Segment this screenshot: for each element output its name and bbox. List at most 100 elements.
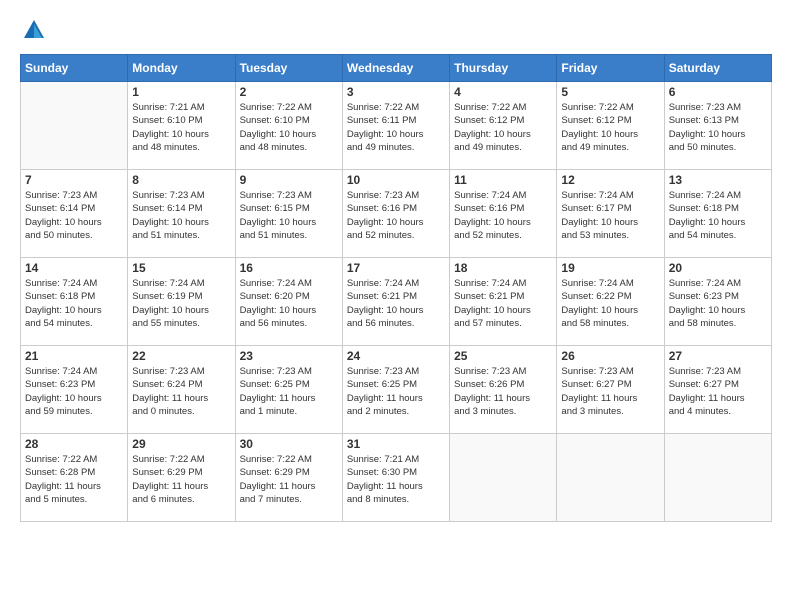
week-row-0: 1 Sunrise: 7:21 AMSunset: 6:10 PMDaylight… (21, 82, 772, 170)
day-cell: 20 Sunrise: 7:24 AMSunset: 6:23 PMDayligh… (664, 258, 771, 346)
day-number: 8 (132, 173, 230, 187)
day-info: Sunrise: 7:24 AMSunset: 6:19 PMDaylight:… (132, 277, 230, 330)
day-number: 28 (25, 437, 123, 451)
day-info: Sunrise: 7:23 AMSunset: 6:16 PMDaylight:… (347, 189, 445, 242)
day-number: 29 (132, 437, 230, 451)
day-info: Sunrise: 7:22 AMSunset: 6:29 PMDaylight:… (240, 453, 338, 506)
day-info: Sunrise: 7:23 AMSunset: 6:24 PMDaylight:… (132, 365, 230, 418)
day-number: 9 (240, 173, 338, 187)
day-info: Sunrise: 7:22 AMSunset: 6:29 PMDaylight:… (132, 453, 230, 506)
calendar-body: 1 Sunrise: 7:21 AMSunset: 6:10 PMDaylight… (21, 82, 772, 522)
day-info: Sunrise: 7:24 AMSunset: 6:17 PMDaylight:… (561, 189, 659, 242)
day-info: Sunrise: 7:24 AMSunset: 6:16 PMDaylight:… (454, 189, 552, 242)
day-number: 24 (347, 349, 445, 363)
day-cell: 10 Sunrise: 7:23 AMSunset: 6:16 PMDayligh… (342, 170, 449, 258)
day-info: Sunrise: 7:23 AMSunset: 6:25 PMDaylight:… (240, 365, 338, 418)
week-row-4: 28 Sunrise: 7:22 AMSunset: 6:28 PMDayligh… (21, 434, 772, 522)
week-row-2: 14Sunrise: 7:24 AMSunset: 6:18 PMDayligh… (21, 258, 772, 346)
day-info: Sunrise: 7:24 AMSunset: 6:23 PMDaylight:… (25, 365, 123, 418)
day-info: Sunrise: 7:24 AMSunset: 6:20 PMDaylight:… (240, 277, 338, 330)
day-cell: 7 Sunrise: 7:23 AMSunset: 6:14 PMDaylight… (21, 170, 128, 258)
day-cell: 24Sunrise: 7:23 AMSunset: 6:25 PMDayligh… (342, 346, 449, 434)
day-number: 31 (347, 437, 445, 451)
day-cell: 16 Sunrise: 7:24 AMSunset: 6:20 PMDayligh… (235, 258, 342, 346)
day-number: 11 (454, 173, 552, 187)
day-cell: 11 Sunrise: 7:24 AMSunset: 6:16 PMDayligh… (450, 170, 557, 258)
day-cell: 25 Sunrise: 7:23 AMSunset: 6:26 PMDayligh… (450, 346, 557, 434)
day-number: 27 (669, 349, 767, 363)
day-info: Sunrise: 7:23 AMSunset: 6:27 PMDaylight:… (561, 365, 659, 418)
day-number: 19 (561, 261, 659, 275)
day-cell: 8 Sunrise: 7:23 AMSunset: 6:14 PMDaylight… (128, 170, 235, 258)
day-info: Sunrise: 7:24 AMSunset: 6:22 PMDaylight:… (561, 277, 659, 330)
day-cell: 12 Sunrise: 7:24 AMSunset: 6:17 PMDayligh… (557, 170, 664, 258)
day-info: Sunrise: 7:24 AMSunset: 6:21 PMDaylight:… (347, 277, 445, 330)
header-cell-friday: Friday (557, 55, 664, 82)
day-number: 17 (347, 261, 445, 275)
day-cell: 28 Sunrise: 7:22 AMSunset: 6:28 PMDayligh… (21, 434, 128, 522)
day-number: 26 (561, 349, 659, 363)
week-row-1: 7 Sunrise: 7:23 AMSunset: 6:14 PMDaylight… (21, 170, 772, 258)
header-row: SundayMondayTuesdayWednesdayThursdayFrid… (21, 55, 772, 82)
day-info: Sunrise: 7:24 AMSunset: 6:18 PMDaylight:… (25, 277, 123, 330)
day-number: 1 (132, 85, 230, 99)
calendar-table: SundayMondayTuesdayWednesdayThursdayFrid… (20, 54, 772, 522)
day-info: Sunrise: 7:23 AMSunset: 6:27 PMDaylight:… (669, 365, 767, 418)
day-number: 30 (240, 437, 338, 451)
day-number: 7 (25, 173, 123, 187)
day-cell: 3 Sunrise: 7:22 AMSunset: 6:11 PMDaylight… (342, 82, 449, 170)
day-info: Sunrise: 7:22 AMSunset: 6:10 PMDaylight:… (240, 101, 338, 154)
day-cell: 13 Sunrise: 7:24 AMSunset: 6:18 PMDayligh… (664, 170, 771, 258)
day-cell: 21Sunrise: 7:24 AMSunset: 6:23 PMDayligh… (21, 346, 128, 434)
day-cell: 15Sunrise: 7:24 AMSunset: 6:19 PMDayligh… (128, 258, 235, 346)
day-info: Sunrise: 7:23 AMSunset: 6:14 PMDaylight:… (132, 189, 230, 242)
day-info: Sunrise: 7:22 AMSunset: 6:12 PMDaylight:… (561, 101, 659, 154)
day-info: Sunrise: 7:24 AMSunset: 6:18 PMDaylight:… (669, 189, 767, 242)
day-number: 3 (347, 85, 445, 99)
day-cell: 5 Sunrise: 7:22 AMSunset: 6:12 PMDaylight… (557, 82, 664, 170)
week-row-3: 21Sunrise: 7:24 AMSunset: 6:23 PMDayligh… (21, 346, 772, 434)
calendar-header: SundayMondayTuesdayWednesdayThursdayFrid… (21, 55, 772, 82)
day-info: Sunrise: 7:22 AMSunset: 6:28 PMDaylight:… (25, 453, 123, 506)
day-cell (557, 434, 664, 522)
day-info: Sunrise: 7:23 AMSunset: 6:14 PMDaylight:… (25, 189, 123, 242)
day-info: Sunrise: 7:22 AMSunset: 6:11 PMDaylight:… (347, 101, 445, 154)
day-cell: 26 Sunrise: 7:23 AMSunset: 6:27 PMDayligh… (557, 346, 664, 434)
day-cell: 31 Sunrise: 7:21 AMSunset: 6:30 PMDayligh… (342, 434, 449, 522)
day-cell: 19 Sunrise: 7:24 AMSunset: 6:22 PMDayligh… (557, 258, 664, 346)
day-info: Sunrise: 7:23 AMSunset: 6:15 PMDaylight:… (240, 189, 338, 242)
header-cell-sunday: Sunday (21, 55, 128, 82)
header-cell-thursday: Thursday (450, 55, 557, 82)
day-number: 6 (669, 85, 767, 99)
day-number: 13 (669, 173, 767, 187)
day-cell: 29 Sunrise: 7:22 AMSunset: 6:29 PMDayligh… (128, 434, 235, 522)
day-info: Sunrise: 7:21 AMSunset: 6:10 PMDaylight:… (132, 101, 230, 154)
day-cell: 1 Sunrise: 7:21 AMSunset: 6:10 PMDaylight… (128, 82, 235, 170)
day-cell (664, 434, 771, 522)
day-cell: 17 Sunrise: 7:24 AMSunset: 6:21 PMDayligh… (342, 258, 449, 346)
day-cell: 30 Sunrise: 7:22 AMSunset: 6:29 PMDayligh… (235, 434, 342, 522)
day-cell: 23 Sunrise: 7:23 AMSunset: 6:25 PMDayligh… (235, 346, 342, 434)
day-number: 16 (240, 261, 338, 275)
day-number: 10 (347, 173, 445, 187)
logo-icon (20, 16, 48, 44)
day-info: Sunrise: 7:24 AMSunset: 6:21 PMDaylight:… (454, 277, 552, 330)
logo (20, 16, 54, 44)
day-number: 18 (454, 261, 552, 275)
day-info: Sunrise: 7:21 AMSunset: 6:30 PMDaylight:… (347, 453, 445, 506)
day-number: 2 (240, 85, 338, 99)
day-info: Sunrise: 7:23 AMSunset: 6:26 PMDaylight:… (454, 365, 552, 418)
day-info: Sunrise: 7:22 AMSunset: 6:12 PMDaylight:… (454, 101, 552, 154)
day-cell: 27 Sunrise: 7:23 AMSunset: 6:27 PMDayligh… (664, 346, 771, 434)
page-header (20, 16, 772, 44)
day-number: 23 (240, 349, 338, 363)
day-info: Sunrise: 7:23 AMSunset: 6:13 PMDaylight:… (669, 101, 767, 154)
day-number: 5 (561, 85, 659, 99)
day-cell: 4Sunrise: 7:22 AMSunset: 6:12 PMDaylight… (450, 82, 557, 170)
day-cell: 6 Sunrise: 7:23 AMSunset: 6:13 PMDaylight… (664, 82, 771, 170)
day-info: Sunrise: 7:24 AMSunset: 6:23 PMDaylight:… (669, 277, 767, 330)
day-number: 20 (669, 261, 767, 275)
day-cell (21, 82, 128, 170)
day-number: 12 (561, 173, 659, 187)
day-number: 25 (454, 349, 552, 363)
